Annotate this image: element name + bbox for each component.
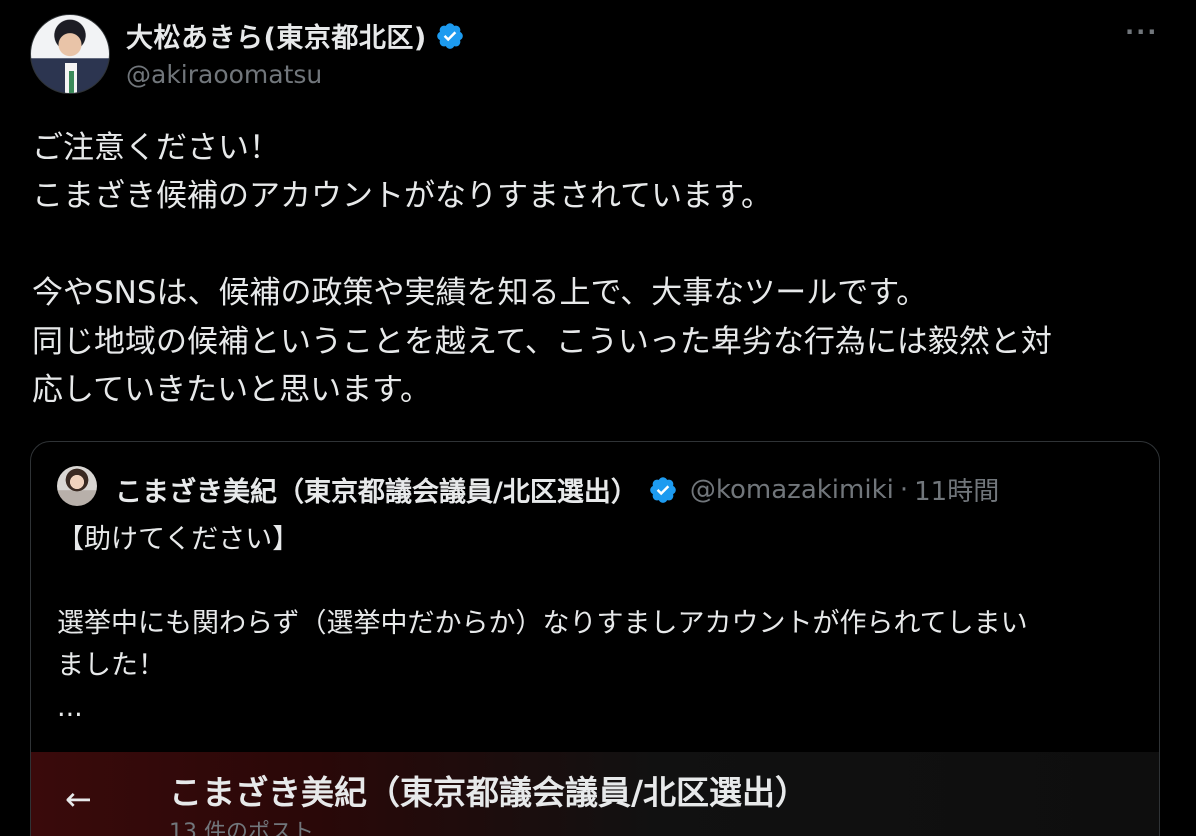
post-line: こまざき候補のアカウントがなりすまされています。 <box>32 178 772 215</box>
quoted-post-media[interactable]: ← こまざき美紀（東京都議会議員/北区選出） 13 件のポスト <box>31 752 1159 836</box>
quoted-post-header: こまざき美紀（東京都議会議員/北区選出） @komazakimiki · 11時… <box>115 470 999 509</box>
post-line: 同じ地域の候補ということを越えて、こういった卑劣な行為には毅然と対 <box>32 323 1052 360</box>
verified-badge-icon <box>436 22 463 49</box>
post-line: ご注意ください！ <box>32 130 280 166</box>
author-name-row: 大松あきら(東京都北区) <box>126 16 465 55</box>
quoted-post-line: ました！ <box>57 650 165 681</box>
media-profile-title: こまざき美紀（東京都議会議員/北区選出） <box>169 773 809 812</box>
quoted-author-display-name[interactable]: こまざき美紀（東京都議会議員/北区選出） <box>115 470 638 509</box>
verified-badge-icon <box>650 476 676 503</box>
quoted-post-line-blank <box>57 561 1147 603</box>
quoted-post-time[interactable]: 11時間 <box>914 471 999 508</box>
quoted-author-avatar[interactable] <box>57 466 97 506</box>
author-handle[interactable]: @akiraoomatsu <box>126 60 322 89</box>
avatar-tie <box>69 71 74 93</box>
back-arrow-icon: ← <box>65 780 92 818</box>
author-avatar[interactable] <box>30 14 110 94</box>
quoted-post-line: 【助けてください】 <box>57 524 300 555</box>
quoted-author-handle[interactable]: @komazakimiki <box>690 475 894 505</box>
media-post-count: 13 件のポスト <box>169 820 314 836</box>
post-line-blank <box>32 221 1162 269</box>
post-view: 大松あきら(東京都北区) @akiraoomatsu ··· ご注意ください！ … <box>0 0 1196 836</box>
post-body: ご注意ください！ こまざき候補のアカウントがなりすまされています。 今やSNSは… <box>32 124 1162 414</box>
post-line: 今やSNSは、候補の政策や実績を知る上で、大事なツールです。 <box>32 275 928 312</box>
post-line: 応していきたいと思います。 <box>32 372 431 409</box>
author-display-name[interactable]: 大松あきら(東京都北区) <box>126 16 427 55</box>
more-options-icon[interactable]: ··· <box>1125 18 1158 46</box>
quoted-post-line: 選挙中にも関わらず（選挙中だからか）なりすましアカウントが作られてしまい <box>57 608 1028 639</box>
quoted-post-body: 【助けてください】 選挙中にも関わらず（選挙中だからか）なりすましアカウントが作… <box>57 519 1147 729</box>
meta-separator: · <box>899 474 909 505</box>
quoted-post-line: ... <box>57 692 83 723</box>
quoted-post-card[interactable]: こまざき美紀（東京都議会議員/北区選出） @komazakimiki · 11時… <box>30 441 1160 836</box>
